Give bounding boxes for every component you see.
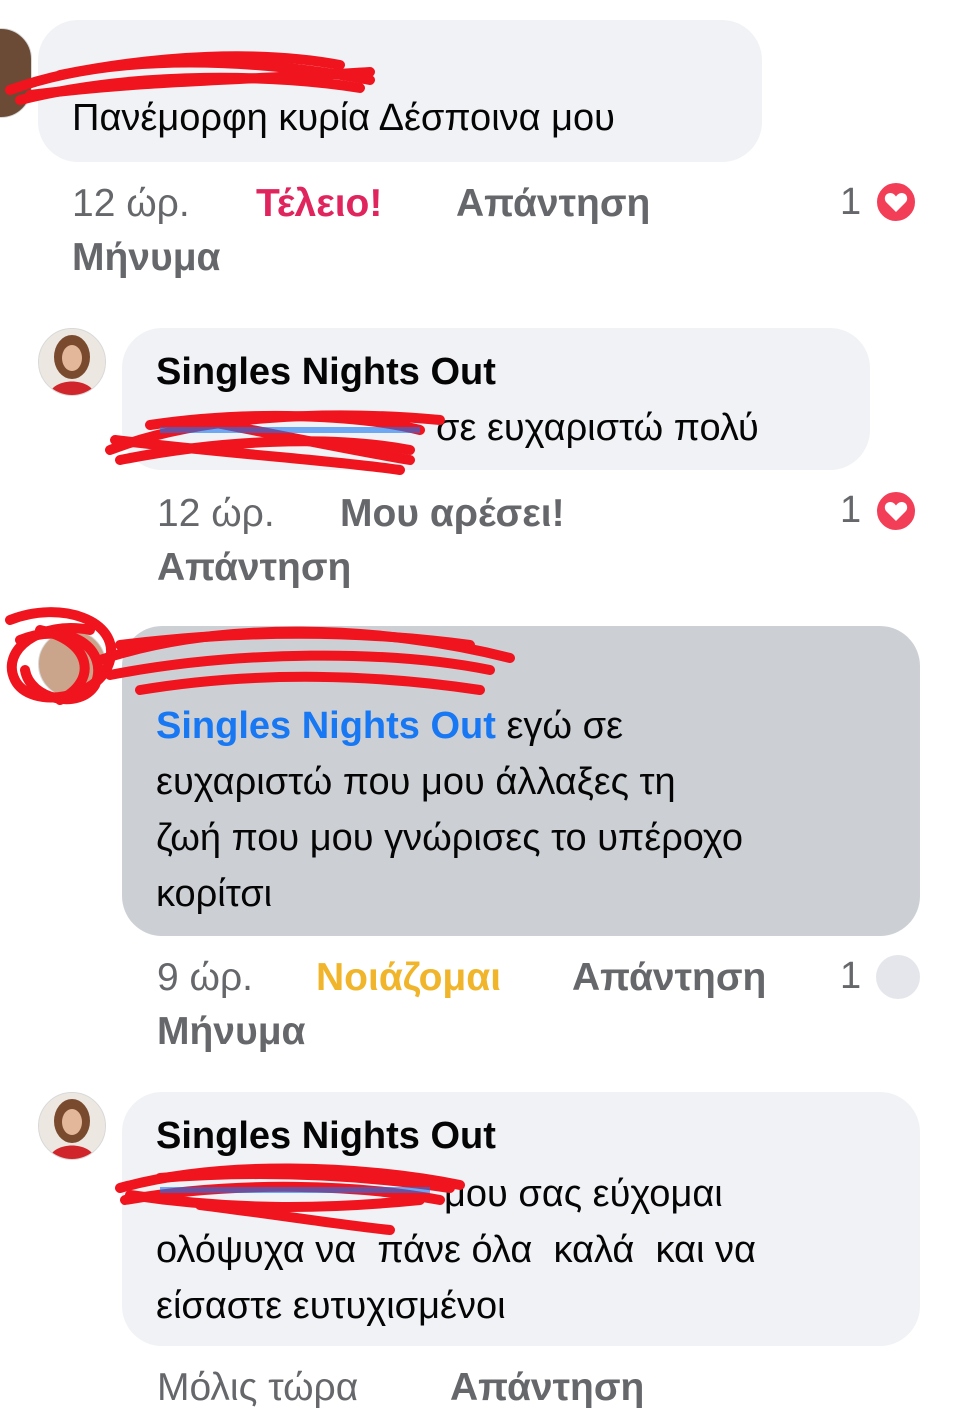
- commenter-avatar[interactable]: [0, 28, 32, 118]
- message-button[interactable]: Μήνυμα: [72, 230, 221, 286]
- comment-text-line: Singles Nights Out εγώ σε: [156, 698, 623, 754]
- page-avatar[interactable]: [38, 1092, 106, 1160]
- mention-link[interactable]: Singles Nights Out: [156, 705, 496, 747]
- comment-time: 12 ώρ.: [72, 182, 190, 225]
- reaction-count[interactable]: 1: [840, 174, 861, 230]
- comment-bubble[interactable]: Singles Nights Out μου σας εύχομαι ολόψυ…: [122, 1092, 920, 1346]
- comment-text: κορίτσι: [156, 873, 273, 915]
- heart-icon: [874, 489, 918, 533]
- comment-author[interactable]: Singles Nights Out: [156, 1110, 496, 1162]
- comment-time: Μόλις τώρα: [157, 1366, 359, 1409]
- reply-button[interactable]: Απάντηση: [157, 540, 351, 596]
- comment-bubble-highlighted[interactable]: Singles Nights Out εγώ σε ευχαριστώ που …: [122, 626, 920, 936]
- comment-bubble[interactable]: Πανέμορφη κυρία Δέσποινα μου: [38, 20, 762, 162]
- comment-text: Πανέμορφη κυρία Δέσποινα μου: [72, 97, 615, 139]
- comment-text: σε ευχαριστώ πολύ: [436, 407, 759, 449]
- reply-button[interactable]: Απάντηση: [572, 950, 766, 1006]
- comment-text: είσαστε ευτυχισμένοι: [156, 1285, 506, 1327]
- reaction-button-care[interactable]: Νοιάζομαι: [316, 950, 501, 1006]
- comment-text: μου σας εύχομαι: [444, 1173, 723, 1215]
- reaction-count[interactable]: 1: [840, 948, 861, 1004]
- message-button[interactable]: Μήνυμα: [157, 1004, 306, 1060]
- comment-text: ζωή που μου γνώρισες το υπέροχο: [156, 817, 743, 859]
- comment-text: εγώ σε: [495, 705, 624, 747]
- reaction-count[interactable]: 1: [840, 482, 861, 538]
- page-avatar[interactable]: [38, 328, 106, 396]
- comment-bubble[interactable]: Singles Nights Out σε ευχαριστώ πολύ: [122, 328, 870, 470]
- comment-author[interactable]: Singles Nights Out: [156, 346, 496, 398]
- heart-icon: [874, 180, 918, 224]
- reply-button[interactable]: Απάντηση: [450, 1360, 644, 1416]
- comment-text: ευχαριστώ που μου άλλαξες τη: [156, 761, 676, 803]
- care-icon: [876, 955, 920, 999]
- reaction-button-love[interactable]: Τέλειο!: [256, 176, 382, 232]
- comment-text: ολόψυχα να πάνε όλα καλά και να: [156, 1229, 756, 1271]
- commenter-avatar[interactable]: [38, 630, 106, 698]
- reply-button[interactable]: Απάντηση: [456, 176, 650, 232]
- comment-time: 12 ώρ.: [157, 492, 275, 535]
- like-button[interactable]: Μου αρέσει!: [340, 486, 565, 542]
- comment-time: 9 ώρ.: [157, 956, 253, 999]
